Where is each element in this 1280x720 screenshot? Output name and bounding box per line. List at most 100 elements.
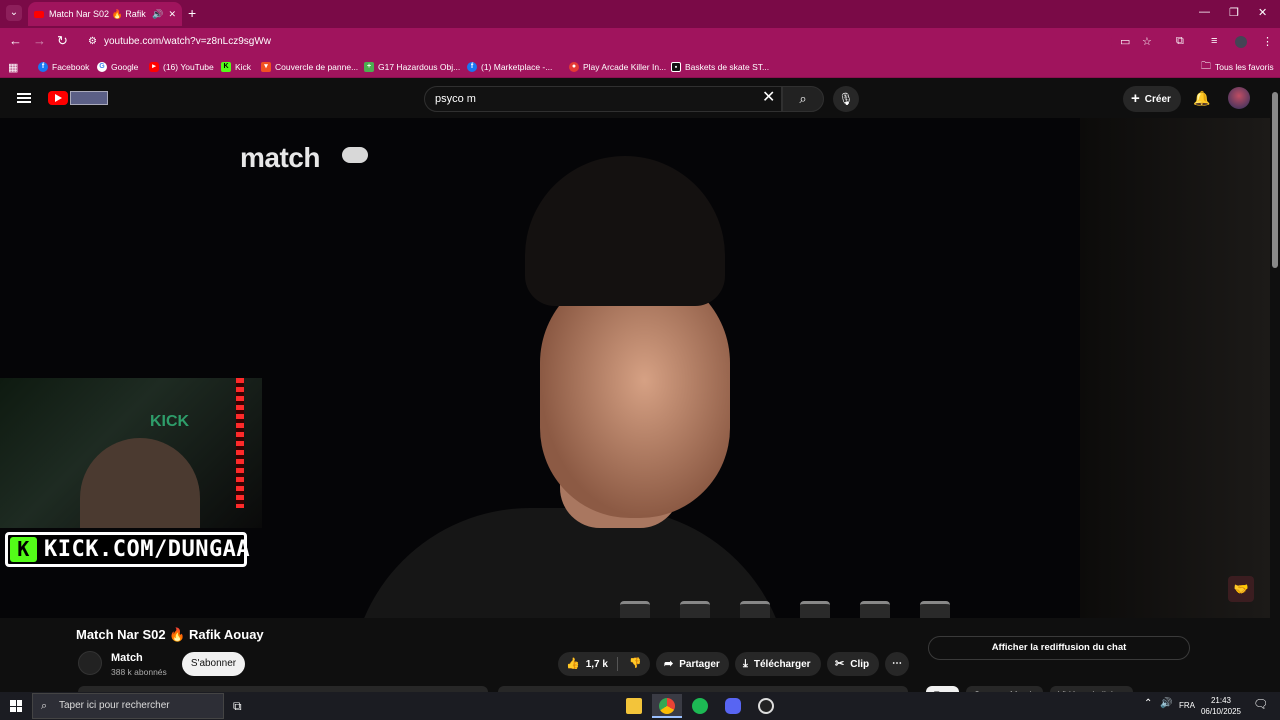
all-bookmarks-folder[interactable]: 🗀 Tous les favoris [1201,60,1274,74]
youtube-logo-icon[interactable] [48,91,68,105]
youtube-masthead: psyco m ✕ ⌕ 🎙 + Créer 🔔 [0,80,1280,118]
language-indicator[interactable]: FRA [1179,701,1195,710]
clip-label: Clip [850,659,870,670]
kick-channel-banner: K KICK.COM/DUNGAA [5,532,251,567]
tab-search-button[interactable]: ⌄ [6,5,22,21]
bookmark-label: Play Arcade Killer In... [583,62,667,72]
bookmark-star-icon[interactable]: ☆ [1142,35,1152,48]
bookmark-label: Facebook [52,62,90,72]
channel-watermark-icon[interactable]: 🤝 [1228,576,1254,602]
address-bar[interactable]: ⚙ youtube.com/watch?v=z8nLcz9sgWw [82,31,1112,53]
restore-window-icon[interactable]: ❐ [1229,6,1239,19]
bookmark-google[interactable]: G Google [97,60,138,74]
media-controls-icon[interactable]: ≡ [1211,35,1217,47]
menu-hamburger-icon[interactable] [17,93,31,103]
search-icon: ⌕ [799,91,807,106]
share-button[interactable]: ➦ Partager [656,652,729,676]
bookmark-kick[interactable]: K Kick [221,60,251,74]
like-count[interactable]: 1,7 k [586,659,608,670]
scroll-thumb[interactable] [1272,92,1278,268]
download-icon: ⤓ [743,658,748,670]
forward-arrow-icon[interactable]: → [33,34,46,48]
bookmark-label: (1) Marketplace -... [481,62,553,72]
youtube-doodle-logo[interactable] [70,91,108,105]
close-tab-icon[interactable]: ✕ [168,9,176,20]
kick-banner-text: KICK.COM/DUNGAA [44,537,251,562]
file-explorer-icon[interactable] [619,694,649,718]
cast-icon[interactable]: ▭ [1120,35,1130,48]
bookmark-label: Kick [235,62,252,72]
clock[interactable]: 21:43 06/10/2025 [1198,695,1244,717]
new-tab-button[interactable]: + [188,5,196,21]
notifications-bell-icon[interactable]: 🔔 [1193,90,1210,107]
bookmark-label: Tous les favoris [1215,62,1274,72]
game-icon: ● [569,62,579,72]
extensions-icon[interactable]: ⧉ [1176,35,1184,48]
active-tab[interactable]: Match Nar S02 🔥 Rafik Ao 🔊 ✕ [28,2,182,26]
search-icon: ⌕ [41,700,48,712]
windows-taskbar: ⌕ Taper ici pour rechercher ⧉ ⌃ 🔊 FRA 21… [0,692,1280,720]
clear-search-icon[interactable]: ✕ [762,89,775,107]
bookmark-arcade[interactable]: ● Play Arcade Killer In... [569,60,666,74]
google-icon: G [97,62,107,72]
bookmark-baskets[interactable]: ▪ Baskets de skate ST... [671,60,769,74]
subscribe-button[interactable]: S'abonner [182,652,245,676]
download-button[interactable]: ⤓ Télécharger [735,652,821,676]
bookmark-facebook[interactable]: f Facebook [38,60,89,74]
create-button[interactable]: + Créer [1123,86,1181,112]
bookmark-label: (16) YouTube [163,62,214,72]
chat-replay-button[interactable]: Afficher la rediffusion du chat [928,636,1190,660]
discord-icon[interactable] [718,694,748,718]
task-view-icon[interactable]: ⧉ [233,699,242,714]
store-icon: ▾ [261,62,271,72]
search-input[interactable]: psyco m [424,86,782,112]
chrome-taskbar-icon[interactable] [652,694,682,718]
windows-start-icon[interactable] [10,700,22,712]
more-actions-icon[interactable]: ⋯ [885,652,909,676]
shop-icon: ▪ [671,62,681,72]
tab-title: Match Nar S02 🔥 Rafik Ao [49,8,147,19]
taskbar-search-placeholder: Taper ici pour rechercher [59,700,170,711]
minimize-window-icon[interactable]: — [1199,6,1210,18]
tray-overflow-icon[interactable]: ⌃ [1144,698,1152,709]
browser-tab-bar: ⌄ Match Nar S02 🔥 Rafik Ao 🔊 ✕ + — ❐ ✕ [0,0,1280,28]
streamer [80,438,200,528]
download-label: Télécharger [753,659,811,670]
close-window-icon[interactable]: ✕ [1258,6,1267,19]
back-arrow-icon[interactable]: ← [9,34,22,48]
bookmark-youtube[interactable]: ▸ (16) YouTube [149,60,214,74]
channel-avatar[interactable] [78,651,102,675]
volume-icon[interactable]: 🔊 [1160,698,1172,709]
video-title: Match Nar S02 🔥 Rafik Aouay [76,627,264,642]
youtube-icon: ▸ [149,62,159,72]
scissors-icon: ✂ [835,658,845,670]
bookmark-g17[interactable]: + G17 Hazardous Obj... [364,60,460,74]
chrome-menu-icon[interactable]: ⋮ [1262,35,1273,48]
video-player[interactable]: match KICK K KICK.COM/DUNGAA 🤝 [0,118,1270,618]
clip-button[interactable]: ✂ Clip [827,652,879,676]
account-avatar[interactable] [1228,87,1250,109]
bookmark-label: G17 Hazardous Obj... [378,62,461,72]
apps-grid-icon[interactable]: ▦ [8,60,18,74]
voice-search-icon[interactable]: 🎙 [833,86,859,112]
taskbar-search[interactable]: ⌕ Taper ici pour rechercher [32,693,224,719]
sheet-icon: + [364,62,374,72]
microphones [620,601,1020,618]
bookmark-label: Baskets de skate ST... [685,62,770,72]
notifications-icon[interactable]: 🗨 [1253,697,1268,711]
bookmark-couvercle[interactable]: ▾ Couvercle de panne... [261,60,358,74]
spotify-icon[interactable] [685,694,715,718]
dislike-icon[interactable]: 👎 [624,652,648,676]
channel-name[interactable]: Match [111,652,143,664]
bookmark-marketplace[interactable]: f (1) Marketplace -... [467,60,552,74]
like-icon[interactable]: 👍 [566,658,580,670]
search-button[interactable]: ⌕ [782,86,824,112]
clock-time: 21:43 [1210,696,1232,705]
reload-icon[interactable]: ↻ [57,34,68,48]
app-icon[interactable] [751,694,781,718]
audio-playing-icon[interactable]: 🔊 [152,9,163,20]
site-info-icon[interactable]: ⚙ [88,31,97,53]
youtube-favicon-icon [34,10,44,18]
page-scrollbar[interactable] [1270,80,1280,692]
profile-avatar-icon[interactable] [1235,36,1247,48]
